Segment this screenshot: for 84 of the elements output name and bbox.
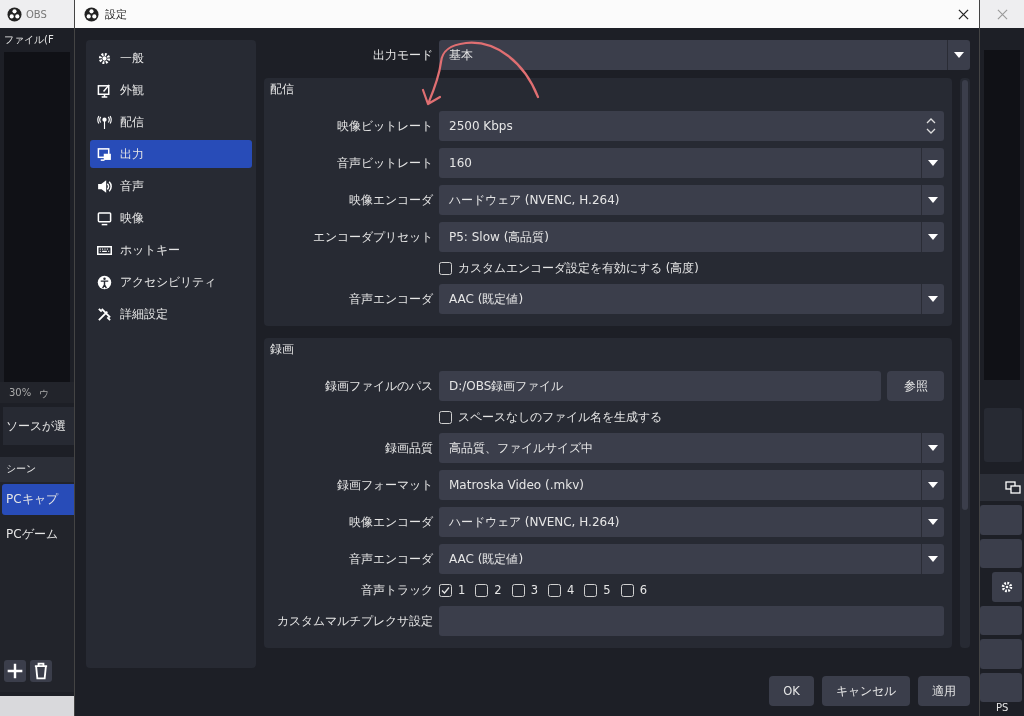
field-label: 音声エンコーダ [348, 551, 433, 567]
settings-icon [97, 50, 112, 66]
scrollbar[interactable] [960, 78, 970, 648]
dialog-button[interactable]: OK [769, 676, 814, 706]
sidebar-item[interactable]: 音声 [90, 172, 252, 200]
checkbox[interactable] [475, 583, 489, 597]
antenna-icon [97, 114, 112, 130]
sidebar-item[interactable]: ホットキー [90, 236, 252, 264]
checkbox[interactable] [439, 583, 452, 597]
sidebar-item[interactable]: 詳細設定 [90, 300, 252, 328]
close-icon[interactable] [958, 8, 969, 20]
scene-item[interactable]: PCキャプ [2, 484, 74, 515]
window-title: 設定 [105, 6, 127, 22]
field-label: エンコーダプリセット [312, 229, 433, 245]
dropdown[interactable]: 基本 [439, 40, 970, 70]
field-label: 録画ファイルのパス [324, 378, 433, 394]
notice-text: ソースが選 [6, 417, 66, 435]
checkbox[interactable] [548, 583, 561, 597]
checkbox-label[interactable]: 2 [494, 583, 502, 597]
tools-icon [97, 306, 112, 322]
checkbox[interactable] [584, 583, 598, 597]
checkbox[interactable] [511, 583, 525, 597]
dialog-button[interactable]: キャンセル [822, 676, 910, 706]
add-icon[interactable] [4, 660, 26, 682]
checkbox[interactable] [439, 410, 452, 424]
input-field[interactable]: D:/OBS録画ファイル [439, 371, 881, 401]
checkbox-label[interactable]: 6 [639, 583, 647, 597]
zoom-level: 30% [9, 387, 32, 400]
dialog-button[interactable]: 適用 [918, 676, 970, 706]
field-label: 音声ビットレート [336, 155, 433, 171]
dropdown[interactable]: P5: Slow (高品質) [439, 222, 944, 252]
field-label: 録画品質 [384, 440, 433, 456]
dropdown[interactable]: AAC (既定値) [439, 544, 944, 574]
logo-icon [84, 6, 99, 22]
panel-title: シーン [0, 457, 74, 482]
status-text: PS [995, 702, 1010, 715]
menu-item[interactable]: ファイル(F [0, 28, 74, 50]
settings-button[interactable] [992, 572, 1022, 602]
window-title: OBS [26, 8, 47, 20]
settings-icon [1000, 579, 1014, 594]
dropdown[interactable]: 160 [439, 148, 944, 178]
sidebar-item[interactable]: アクセシビリティ [90, 268, 252, 296]
sidebar-item[interactable]: 一般 [90, 44, 252, 72]
scene-item[interactable]: PCゲーム [2, 519, 74, 550]
dropdown[interactable]: AAC (既定値) [439, 284, 944, 314]
checkbox-label[interactable]: カスタムエンコーダ設定を有効にする (高度) [458, 260, 699, 276]
checkbox-label[interactable]: スペースなしのファイル名を生成する [458, 409, 662, 425]
browse-button[interactable]: 参照 [887, 371, 944, 401]
field-label: 映像ビットレート [336, 118, 433, 134]
spin-box[interactable]: 2500 Kbps [439, 111, 944, 141]
field-label: カスタムマルチプレクサ設定 [276, 613, 433, 629]
sidebar-item[interactable]: 配信 [90, 108, 252, 136]
accessibility-icon [97, 274, 112, 290]
dropdown[interactable]: Matroska Video (.mkv) [439, 470, 944, 500]
sidebar-item[interactable]: 外観 [90, 76, 252, 104]
dropdown[interactable]: ハードウェア (NVENC, H.264) [439, 507, 944, 537]
field-label: 映像エンコーダ [348, 514, 433, 530]
section-title: 録画 [270, 342, 295, 358]
checkbox[interactable] [439, 261, 452, 275]
logo-icon [7, 6, 22, 22]
input-field[interactable] [439, 606, 944, 636]
section-title: 配信 [270, 82, 295, 98]
monitor-camera-icon [97, 146, 112, 162]
checkbox-label[interactable]: 1 [458, 583, 466, 597]
checkbox-label[interactable]: 4 [567, 583, 575, 597]
field-label: 音声トラック [360, 582, 433, 598]
checkbox-label[interactable]: 5 [603, 583, 611, 597]
sidebar-item[interactable]: 出力 [90, 140, 252, 168]
toolbar-label: ウ [39, 387, 50, 401]
checkbox[interactable] [620, 583, 634, 597]
field-label: 映像エンコーダ [348, 192, 433, 208]
trash-icon[interactable] [30, 660, 52, 682]
spin-arrows-icon[interactable] [926, 116, 936, 136]
monitor-icon [97, 210, 112, 226]
dropdown[interactable]: ハードウェア (NVENC, H.264) [439, 185, 944, 215]
sidebar-item[interactable]: 映像 [90, 204, 252, 232]
monitor-brush-icon [97, 82, 112, 98]
speaker-icon [97, 178, 112, 194]
windows-icon[interactable] [1005, 480, 1021, 495]
dropdown[interactable]: 高品質、ファイルサイズ中 [439, 433, 944, 463]
field-label: 音声エンコーダ [348, 291, 433, 307]
field-label: 録画フォーマット [336, 477, 433, 493]
field-label: 出力モード [372, 47, 433, 63]
checkbox-label[interactable]: 3 [530, 583, 538, 597]
